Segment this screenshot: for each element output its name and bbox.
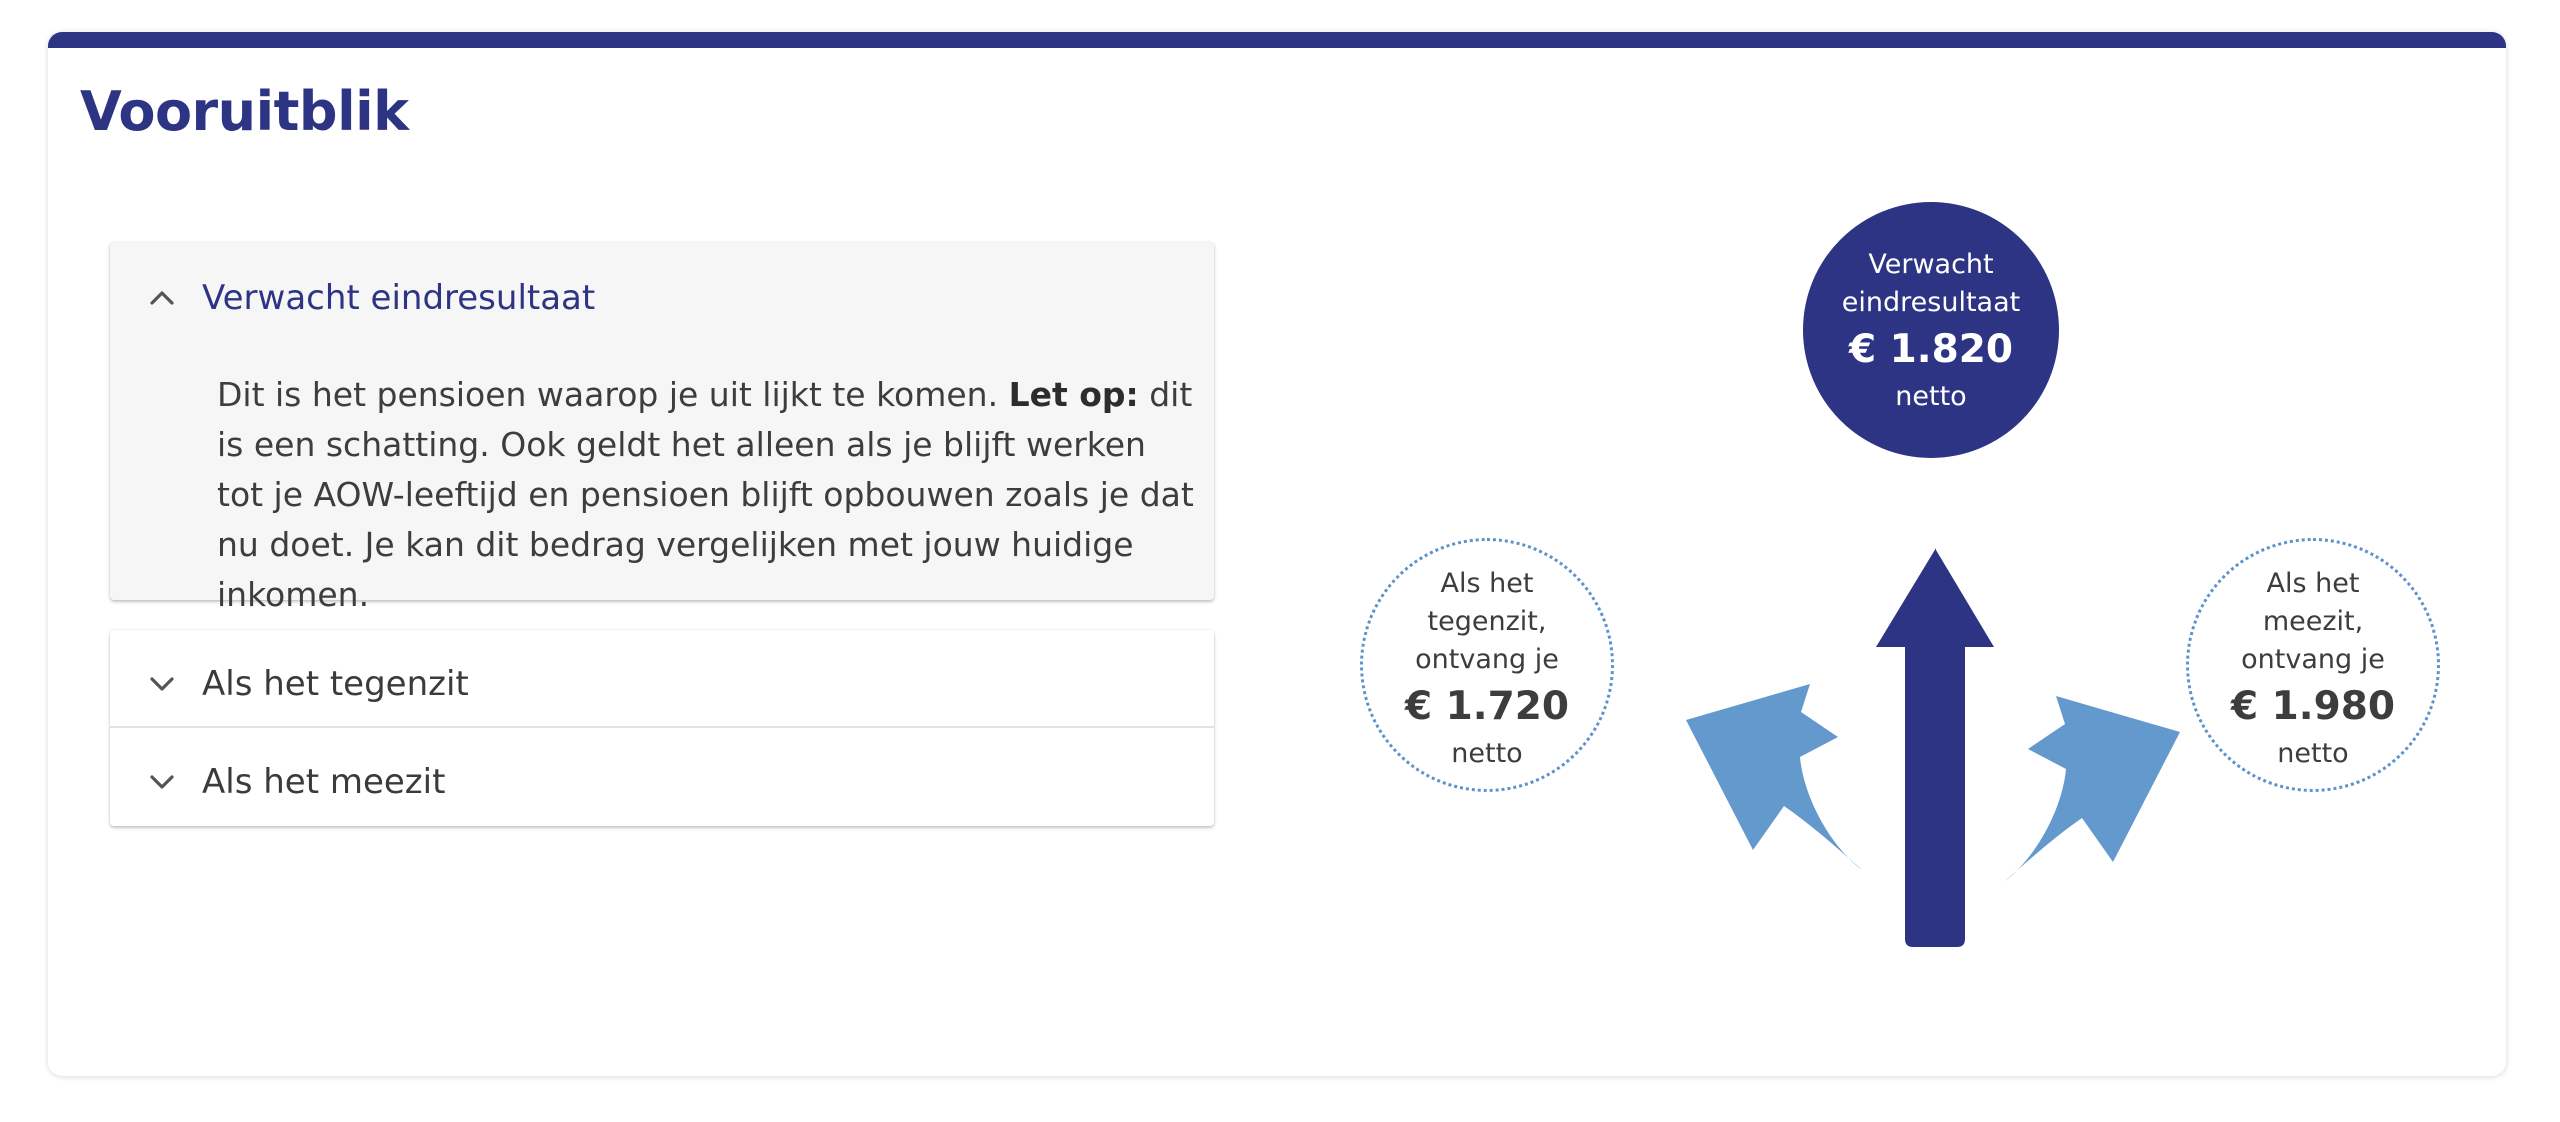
bad-scenario-circle: Als het tegenzit, ontvang je € 1.720 net…	[1360, 538, 1614, 792]
expected-line2: eindresultaat	[1841, 287, 2021, 318]
expected-result-circle: Verwacht eindresultaat € 1.820 netto	[1803, 202, 2059, 458]
chevron-down-icon	[148, 670, 176, 698]
bad-unit: netto	[1451, 738, 1523, 769]
card-accent-bar	[48, 32, 2506, 48]
body-text-warning: Let op:	[1008, 375, 1139, 414]
expected-amount: € 1.820	[1848, 327, 2014, 372]
left-arrow	[1686, 684, 1862, 870]
accordion-item-bad-scenario: Als het tegenzit	[110, 630, 1214, 728]
good-line3: ontvang je	[2241, 644, 2385, 675]
good-unit: netto	[2277, 738, 2349, 769]
expected-unit: netto	[1895, 381, 1967, 412]
accordion-label-expected: Verwacht eindresultaat	[202, 278, 596, 318]
bad-line2: tegenzit,	[1427, 606, 1547, 637]
good-amount: € 1.980	[2230, 684, 2396, 729]
accordion-header-expected[interactable]: Verwacht eindresultaat	[148, 278, 595, 318]
page-title: Vooruitblik	[80, 80, 409, 143]
bad-line1: Als het	[1440, 568, 1534, 599]
chevron-up-icon	[148, 284, 176, 312]
center-arrow	[1876, 548, 1994, 947]
expected-line1: Verwacht	[1868, 249, 1994, 280]
accordion-body-expected: Dit is het pensioen waarop je uit lijkt …	[217, 370, 1197, 620]
chevron-down-icon	[148, 768, 176, 796]
right-arrow	[2004, 696, 2180, 882]
accordion-item-good-scenario: Als het meezit	[110, 728, 1214, 826]
good-line2: meezit,	[2262, 606, 2364, 637]
accordion-header-bad-scenario[interactable]: Als het tegenzit	[148, 664, 469, 704]
forecast-card: Vooruitblik Verwacht eindresultaat Dit i…	[48, 32, 2506, 1076]
bad-amount: € 1.720	[1404, 684, 1570, 729]
accordion-header-good-scenario[interactable]: Als het meezit	[148, 762, 445, 802]
accordion-item-expected: Verwacht eindresultaat Dit is het pensio…	[110, 242, 1214, 614]
forecast-accordion: Verwacht eindresultaat Dit is het pensio…	[110, 242, 1214, 826]
accordion-label-bad-scenario: Als het tegenzit	[202, 664, 469, 704]
forecast-graphic: Verwacht eindresultaat € 1.820 netto Als…	[1348, 202, 2488, 982]
bad-line3: ontvang je	[1415, 644, 1559, 675]
good-scenario-circle: Als het meezit, ontvang je € 1.980 netto	[2186, 538, 2440, 792]
good-line1: Als het	[2266, 568, 2360, 599]
accordion-label-good-scenario: Als het meezit	[202, 762, 446, 802]
accordion-collapsed-group: Als het tegenzit Als het meezit	[110, 630, 1214, 826]
body-text-intro: Dit is het pensioen waarop je uit lijkt …	[217, 375, 1009, 414]
